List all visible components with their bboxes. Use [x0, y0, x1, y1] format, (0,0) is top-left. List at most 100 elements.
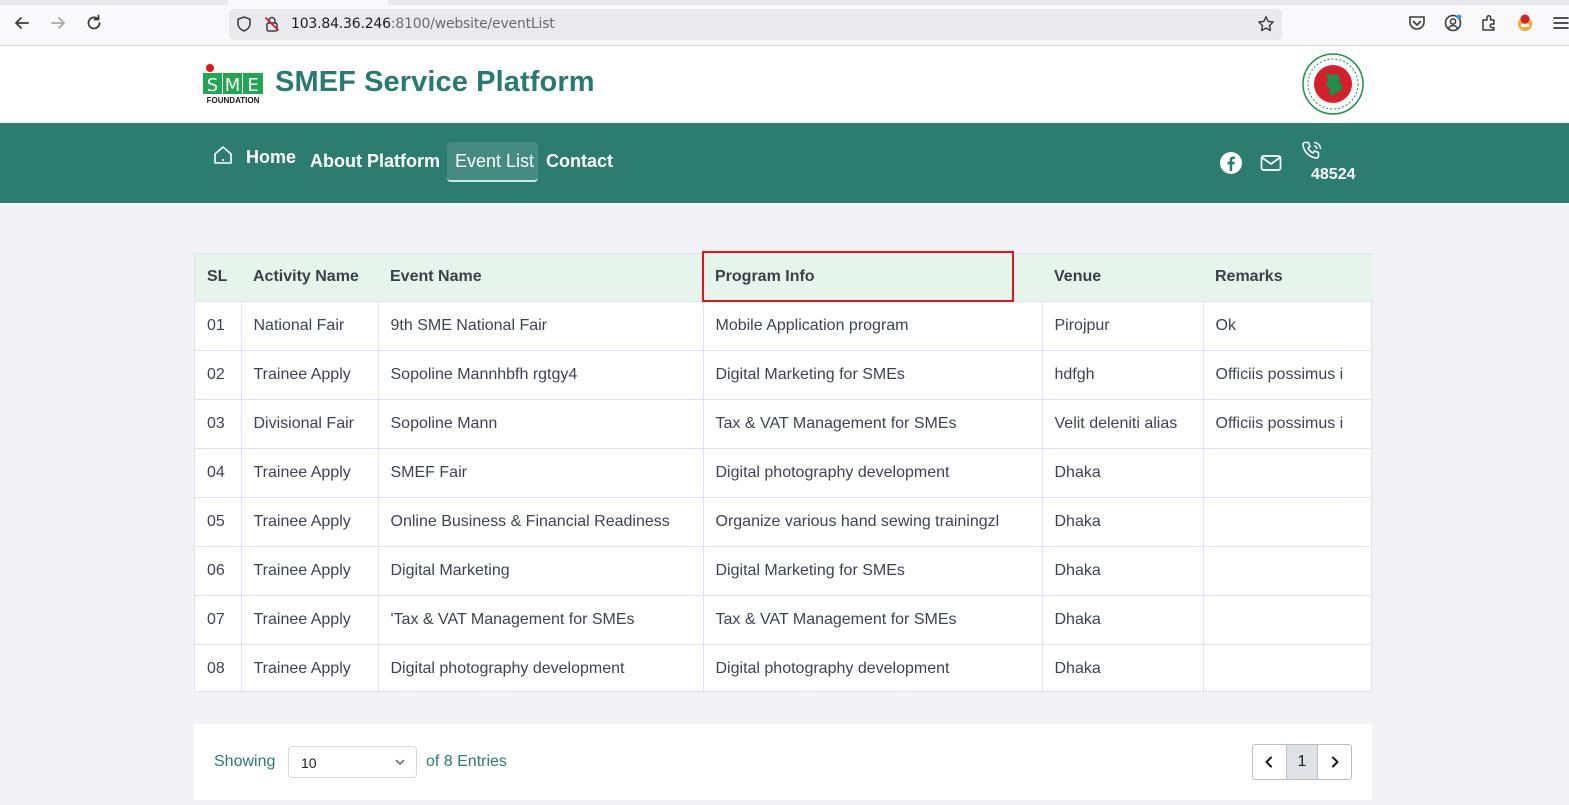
- nav-home[interactable]: Home: [211, 143, 296, 172]
- table-row[interactable]: 04 Trainee Apply SMEF Fair Digital photo…: [195, 447, 1373, 497]
- cell-venue: hdfgh: [1041, 349, 1203, 399]
- cell-program-info: Digital Marketing for SMEs: [702, 545, 1042, 595]
- prev-page-button[interactable]: [1253, 745, 1286, 779]
- cell-sl: 02: [195, 349, 241, 399]
- account-icon[interactable]: [1443, 13, 1463, 33]
- government-emblem: [1302, 53, 1364, 115]
- cell-event-name: Sopoline Mannhbfh rgtgy4: [377, 349, 703, 399]
- cell-program-info: Tax & VAT Management for SMEs: [702, 398, 1042, 448]
- menu-icon[interactable]: [1550, 13, 1569, 33]
- cell-remarks: Officiis possimus i: [1202, 398, 1373, 448]
- nav-event-list[interactable]: Event List: [455, 151, 534, 172]
- address-bar[interactable]: 103.84.36.246:8100/website/eventList: [229, 9, 1282, 40]
- shield-icon[interactable]: [235, 15, 253, 33]
- cell-event-name: Sopoline Mann: [377, 398, 703, 448]
- page-size-select[interactable]: 10: [288, 746, 417, 778]
- cell-program-info: Tax & VAT Management for SMEs: [702, 594, 1042, 644]
- site-header: S M E FOUNDATION SMEF Service Platform: [0, 46, 1569, 123]
- phone-icon[interactable]: [1300, 139, 1324, 163]
- table-row[interactable]: 08 Trainee Apply Digital photography dev…: [195, 643, 1373, 693]
- cell-sl: 03: [195, 398, 241, 448]
- cell-venue: Pirojpur: [1041, 300, 1203, 350]
- page-button-current[interactable]: 1: [1285, 745, 1319, 779]
- reload-icon[interactable]: [84, 13, 104, 33]
- page-navigation: 1: [1252, 744, 1352, 780]
- nav-about-platform[interactable]: About Platform: [310, 151, 440, 172]
- showing-label: Showing: [214, 753, 276, 770]
- bookmark-star-icon[interactable]: [1257, 15, 1275, 33]
- chevron-down-icon: [394, 755, 406, 767]
- cell-sl: 04: [195, 447, 241, 497]
- chevron-left-icon: [1265, 756, 1273, 768]
- table-row[interactable]: 06 Trainee Apply Digital Marketing Digit…: [195, 545, 1373, 595]
- main-navbar: Home About Platform Event List Contact 4…: [0, 123, 1569, 203]
- cell-sl: 07: [195, 594, 241, 644]
- cell-program-info: Digital photography development: [702, 447, 1042, 497]
- cell-activity-name: Trainee Apply: [240, 545, 378, 595]
- insecure-lock-icon[interactable]: [263, 15, 281, 33]
- event-table: SL Activity Name Event Name Program Info…: [194, 253, 1373, 693]
- cell-event-name: Online Business & Financial Readiness: [377, 496, 703, 546]
- cell-remarks: Ok: [1202, 300, 1373, 350]
- pocket-icon[interactable]: [1407, 13, 1427, 33]
- chevron-right-icon: [1331, 756, 1339, 768]
- cell-activity-name: Trainee Apply: [240, 447, 378, 497]
- table-row[interactable]: 07 Trainee Apply 'Tax & VAT Management f…: [195, 594, 1373, 644]
- header-event-name: Event Name: [378, 254, 703, 301]
- header-venue: Venue: [1042, 254, 1203, 301]
- cell-remarks: [1202, 643, 1373, 693]
- cell-event-name: Digital Marketing: [377, 545, 703, 595]
- cell-remarks: Officiis possimus i: [1202, 349, 1373, 399]
- home-icon: [211, 143, 235, 172]
- mail-icon[interactable]: [1259, 151, 1283, 175]
- header-sl: SL: [195, 254, 241, 301]
- table-row[interactable]: 01 National Fair 9th SME National Fair M…: [195, 300, 1373, 350]
- back-arrow-icon[interactable]: [12, 13, 32, 33]
- next-page-button[interactable]: [1318, 745, 1351, 779]
- program-info-highlight: [702, 251, 1014, 302]
- active-tab-edge[interactable]: [228, 0, 388, 5]
- cell-program-info: Mobile Application program: [702, 300, 1042, 350]
- svg-text:M: M: [225, 75, 241, 96]
- nav-contact[interactable]: Contact: [546, 151, 613, 172]
- cell-remarks: [1202, 447, 1373, 497]
- site-title: SMEF Service Platform: [275, 66, 595, 98]
- cell-venue: Dhaka: [1041, 496, 1203, 546]
- cell-remarks: [1202, 594, 1373, 644]
- cell-activity-name: National Fair: [240, 300, 378, 350]
- sme-foundation-logo[interactable]: S M E FOUNDATION: [202, 63, 264, 105]
- cell-activity-name: Divisional Fair: [240, 398, 378, 448]
- cell-sl: 08: [195, 643, 241, 693]
- url-text[interactable]: 103.84.36.246:8100/website/eventList: [291, 16, 555, 32]
- cell-sl: 06: [195, 545, 241, 595]
- cell-event-name: Digital photography development: [377, 643, 703, 693]
- cell-venue: Dhaka: [1041, 545, 1203, 595]
- cell-program-info: Organize various hand sewing trainingzl: [702, 496, 1042, 546]
- table-row[interactable]: 03 Divisional Fair Sopoline Mann Tax & V…: [195, 398, 1373, 448]
- phone-number[interactable]: 48524: [1311, 166, 1356, 184]
- cell-sl: 05: [195, 496, 241, 546]
- svg-text:E: E: [247, 75, 258, 96]
- forward-arrow-icon[interactable]: [48, 13, 68, 33]
- page-size-value: 10: [301, 755, 317, 771]
- cell-event-name: SMEF Fair: [377, 447, 703, 497]
- browser-toolbar: 103.84.36.246:8100/website/eventList: [0, 0, 1569, 46]
- nav-home-label: Home: [246, 147, 297, 167]
- cell-activity-name: Trainee Apply: [240, 594, 378, 644]
- table-row[interactable]: 02 Trainee Apply Sopoline Mannhbfh rgtgy…: [195, 349, 1373, 399]
- cell-venue: Dhaka: [1041, 594, 1203, 644]
- svg-text:S: S: [207, 75, 218, 96]
- cell-program-info: Digital photography development: [702, 643, 1042, 693]
- cell-venue: Dhaka: [1041, 643, 1203, 693]
- cell-activity-name: Trainee Apply: [240, 643, 378, 693]
- cell-event-name: 9th SME National Fair: [377, 300, 703, 350]
- cell-program-info: Digital Marketing for SMEs: [702, 349, 1042, 399]
- cell-activity-name: Trainee Apply: [240, 349, 378, 399]
- extension-badge-icon[interactable]: [1515, 13, 1535, 33]
- pagination-bar: Showing 10 of 8 Entries 1: [194, 724, 1372, 800]
- extensions-icon[interactable]: [1479, 13, 1499, 33]
- table-row[interactable]: 05 Trainee Apply Online Business & Finan…: [195, 496, 1373, 546]
- cell-venue: Dhaka: [1041, 447, 1203, 497]
- cell-remarks: [1202, 545, 1373, 595]
- facebook-icon[interactable]: [1219, 151, 1243, 175]
